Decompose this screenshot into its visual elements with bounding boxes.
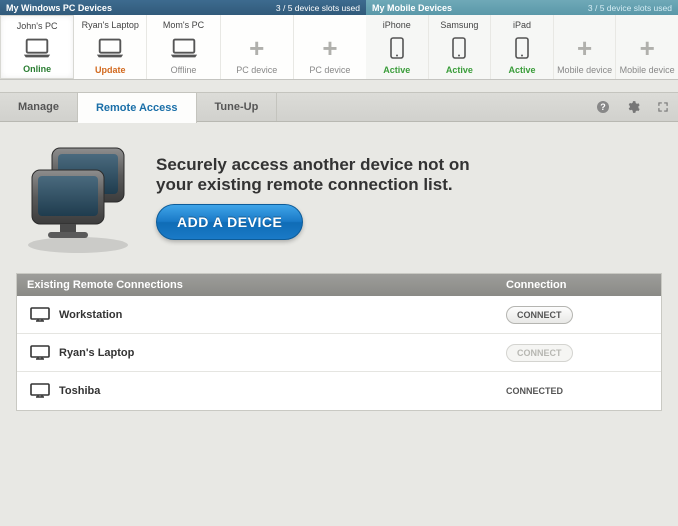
connection-name: Ryan's Laptop <box>53 347 506 359</box>
connect-button[interactable]: CONNECT <box>506 306 573 324</box>
remote-monitors-icon <box>18 140 138 255</box>
mobile-device-tile[interactable]: iPhone Active <box>366 15 429 79</box>
device-label: Samsung <box>440 20 478 30</box>
header-conn-col: Connection <box>506 279 651 291</box>
connection-cell: CONNECTED <box>506 385 651 397</box>
phone-icon <box>515 35 529 61</box>
mobile-slot[interactable]: + Mobile device <box>616 15 678 79</box>
tab-remote-access[interactable]: Remote Access <box>78 92 197 123</box>
mobile-device-tile[interactable]: iPad Active <box>491 15 554 79</box>
connection-cell: CONNECT <box>506 344 651 362</box>
connections-header: Existing Remote Connections Connection <box>17 274 661 296</box>
device-status: PC device <box>236 65 277 75</box>
monitor-icon <box>27 306 53 324</box>
mobile-slot[interactable]: + Mobile device <box>554 15 617 79</box>
device-status: Online <box>23 64 51 74</box>
mobile-devices-section: My Mobile Devices 3 / 5 device slots use… <box>366 0 678 80</box>
tab-bar: ManageRemote AccessTune-Up ? <box>0 92 678 122</box>
hero-text: Securely access another device not on yo… <box>156 155 470 240</box>
hero-section: Securely access another device not on yo… <box>0 122 678 267</box>
tab-spacer <box>277 93 588 121</box>
device-label: iPad <box>513 20 531 30</box>
connected-status: CONNECTED <box>506 386 563 396</box>
device-status: Active <box>383 65 410 75</box>
phone-icon <box>390 35 404 61</box>
add-device-button[interactable]: ADD A DEVICE <box>156 204 303 240</box>
table-row: Ryan's LaptopCONNECT <box>17 334 661 372</box>
plus-icon: + <box>249 35 264 61</box>
mobile-device-tile[interactable]: Samsung Active <box>429 15 492 79</box>
connection-cell: CONNECT <box>506 306 651 324</box>
device-label: Mom's PC <box>163 20 204 30</box>
table-row: WorkstationCONNECT <box>17 296 661 334</box>
connections-panel: Existing Remote Connections Connection W… <box>16 273 662 411</box>
device-label: iPhone <box>383 20 411 30</box>
device-label <box>329 20 332 30</box>
mobile-devices-header: My Mobile Devices 3 / 5 device slots use… <box>366 0 678 15</box>
device-label: Ryan's Laptop <box>82 20 139 30</box>
pc-device-tile[interactable]: Ryan's Laptop Update <box>74 15 147 79</box>
pc-device-tile[interactable]: John's PC Online <box>0 15 74 79</box>
plus-icon: + <box>577 35 592 61</box>
mobile-devices-title: My Mobile Devices <box>372 3 452 13</box>
device-status: PC device <box>309 65 350 75</box>
device-label <box>646 20 649 30</box>
pc-device-tile[interactable]: Mom's PC Offline <box>147 15 220 79</box>
mobile-slots-label: 3 / 5 device slots used <box>588 3 672 13</box>
device-label <box>583 20 586 30</box>
connection-name: Workstation <box>53 309 506 321</box>
pc-devices-row: John's PC Online Ryan's Laptop Update Mom's … <box>0 15 366 80</box>
monitor-icon <box>27 344 53 362</box>
pc-slots-label: 3 / 5 device slots used <box>276 3 360 13</box>
help-icon[interactable]: ? <box>588 93 618 121</box>
connections-rows: WorkstationCONNECTRyan's LaptopCONNECTTo… <box>17 296 661 410</box>
pc-devices-section: My Windows PC Devices 3 / 5 device slots… <box>0 0 366 80</box>
pc-devices-title: My Windows PC Devices <box>6 3 112 13</box>
tab-tune-up[interactable]: Tune-Up <box>197 93 278 121</box>
svg-text:?: ? <box>600 102 606 112</box>
mobile-devices-row: iPhone Active Samsung Active iPad Active + Mob… <box>366 15 678 80</box>
monitor-icon <box>27 382 53 400</box>
device-status: Active <box>446 65 473 75</box>
connect-button: CONNECT <box>506 344 573 362</box>
device-strip: My Windows PC Devices 3 / 5 device slots… <box>0 0 678 80</box>
table-row: ToshibaCONNECTED <box>17 372 661 410</box>
device-status: Offline <box>171 65 197 75</box>
device-label: John's PC <box>17 21 58 31</box>
device-status: Mobile device <box>557 65 612 75</box>
gear-icon[interactable] <box>618 93 648 121</box>
device-status: Update <box>95 65 126 75</box>
pc-slot[interactable]: + PC device <box>294 15 366 79</box>
header-name-col: Existing Remote Connections <box>27 279 506 291</box>
device-status: Active <box>508 65 535 75</box>
device-label <box>255 20 258 30</box>
pc-devices-header: My Windows PC Devices 3 / 5 device slots… <box>0 0 366 15</box>
plus-icon: + <box>640 35 655 61</box>
phone-icon <box>452 35 466 61</box>
laptop-icon <box>22 35 52 61</box>
plus-icon: + <box>322 35 337 61</box>
tab-manage[interactable]: Manage <box>0 93 78 121</box>
connection-name: Toshiba <box>53 385 506 397</box>
pc-slot[interactable]: + PC device <box>221 15 294 79</box>
expand-icon[interactable] <box>648 93 678 121</box>
hero-headline: Securely access another device not on yo… <box>156 155 470 194</box>
laptop-icon <box>169 35 199 61</box>
device-status: Mobile device <box>620 65 675 75</box>
laptop-icon <box>95 35 125 61</box>
